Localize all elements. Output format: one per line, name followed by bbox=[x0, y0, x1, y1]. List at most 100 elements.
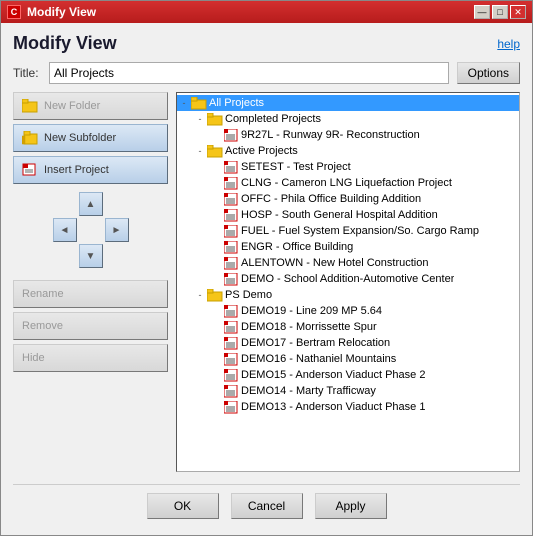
expand-icon bbox=[209, 192, 223, 206]
tree-item-label: DEMO18 - Morrissette Spur bbox=[241, 321, 377, 333]
project-icon bbox=[223, 208, 239, 222]
tree-item-label: OFFC - Phila Office Building Addition bbox=[241, 193, 421, 205]
new-subfolder-button[interactable]: New Subfolder bbox=[13, 124, 168, 152]
project-icon bbox=[223, 320, 239, 334]
apply-button[interactable]: Apply bbox=[315, 493, 387, 519]
subfolder-icon bbox=[22, 130, 38, 146]
expand-icon: - bbox=[193, 112, 207, 126]
tree-item[interactable]: DEMO17 - Bertram Relocation bbox=[177, 335, 519, 351]
hide-label: Hide bbox=[22, 352, 45, 364]
rename-label: Rename bbox=[22, 288, 64, 300]
tree-item[interactable]: FUEL - Fuel System Expansion/So. Cargo R… bbox=[177, 223, 519, 239]
expand-icon bbox=[209, 304, 223, 318]
tree-item[interactable]: DEMO18 - Morrissette Spur bbox=[177, 319, 519, 335]
rename-button[interactable]: Rename bbox=[13, 280, 168, 308]
tree-item[interactable]: DEMO13 - Anderson Viaduct Phase 1 bbox=[177, 399, 519, 415]
tree-item[interactable]: CLNG - Cameron LNG Liquefaction Project bbox=[177, 175, 519, 191]
close-button[interactable]: ✕ bbox=[510, 5, 526, 19]
tree-item[interactable]: DEMO - School Addition-Automotive Center bbox=[177, 271, 519, 287]
project-icon bbox=[223, 400, 239, 414]
window-icon: C bbox=[7, 5, 21, 19]
footer: OK Cancel Apply bbox=[13, 484, 520, 525]
modify-view-window: C Modify View — □ ✕ Modify View help Tit… bbox=[0, 0, 533, 536]
tree-item-label: Completed Projects bbox=[225, 113, 321, 125]
ok-button[interactable]: OK bbox=[147, 493, 219, 519]
new-folder-button[interactable]: New Folder bbox=[13, 92, 168, 120]
tree-item[interactable]: - PS Demo bbox=[177, 287, 519, 303]
tree-item[interactable]: - All Projects bbox=[177, 95, 519, 111]
expand-icon bbox=[209, 208, 223, 222]
header-row: Modify View help bbox=[13, 33, 520, 54]
tree-item-label: FUEL - Fuel System Expansion/So. Cargo R… bbox=[241, 225, 479, 237]
project-icon bbox=[223, 128, 239, 142]
project-icon bbox=[223, 368, 239, 382]
tree-item[interactable]: DEMO16 - Nathaniel Mountains bbox=[177, 351, 519, 367]
expand-icon: - bbox=[193, 288, 207, 302]
project-icon bbox=[223, 384, 239, 398]
folder-icon bbox=[207, 288, 223, 302]
project-icon bbox=[223, 256, 239, 270]
tree-item-label: 9R27L - Runway 9R- Reconstruction bbox=[241, 129, 420, 141]
tree-item-label: DEMO17 - Bertram Relocation bbox=[241, 337, 390, 349]
maximize-button[interactable]: □ bbox=[492, 5, 508, 19]
tree-item[interactable]: SETEST - Test Project bbox=[177, 159, 519, 175]
tree-item[interactable]: ENGR - Office Building bbox=[177, 239, 519, 255]
expand-icon bbox=[209, 320, 223, 334]
minimize-button[interactable]: — bbox=[474, 5, 490, 19]
tree-item-label: ENGR - Office Building bbox=[241, 241, 353, 253]
tree-item-label: DEMO13 - Anderson Viaduct Phase 1 bbox=[241, 401, 425, 413]
project-icon bbox=[223, 352, 239, 366]
tree-item-label: DEMO19 - Line 209 MP 5.64 bbox=[241, 305, 382, 317]
main-area: New Folder New Subfolder bbox=[13, 92, 520, 472]
expand-icon bbox=[209, 352, 223, 366]
tree-item[interactable]: - Active Projects bbox=[177, 143, 519, 159]
cancel-button[interactable]: Cancel bbox=[231, 493, 303, 519]
page-title: Modify View bbox=[13, 33, 117, 54]
remove-button[interactable]: Remove bbox=[13, 312, 168, 340]
expand-icon bbox=[209, 400, 223, 414]
tree-item[interactable]: ALENTOWN - New Hotel Construction bbox=[177, 255, 519, 271]
tree-item-label: DEMO14 - Marty Trafficway bbox=[241, 385, 376, 397]
arrow-pad: ▲ ◄ ► ▼ bbox=[13, 192, 168, 268]
folder-icon bbox=[207, 144, 223, 158]
tree-item[interactable]: HOSP - South General Hospital Addition bbox=[177, 207, 519, 223]
options-button[interactable]: Options bbox=[457, 62, 520, 84]
title-bar: C Modify View — □ ✕ bbox=[1, 1, 532, 23]
project-icon bbox=[223, 224, 239, 238]
tree-item[interactable]: 9R27L - Runway 9R- Reconstruction bbox=[177, 127, 519, 143]
tree-item-label: Active Projects bbox=[225, 145, 298, 157]
tree-item-label: HOSP - South General Hospital Addition bbox=[241, 209, 438, 221]
tree-item[interactable]: DEMO15 - Anderson Viaduct Phase 2 bbox=[177, 367, 519, 383]
expand-icon bbox=[209, 224, 223, 238]
tree-panel[interactable]: - All Projects- Completed Projects 9R27L… bbox=[176, 92, 520, 472]
expand-icon bbox=[209, 160, 223, 174]
expand-icon bbox=[209, 384, 223, 398]
project-icon bbox=[223, 304, 239, 318]
arrow-right-button[interactable]: ► bbox=[105, 218, 129, 242]
tree-item[interactable]: OFFC - Phila Office Building Addition bbox=[177, 191, 519, 207]
expand-icon: - bbox=[193, 144, 207, 158]
arrow-down-button[interactable]: ▼ bbox=[79, 244, 103, 268]
project-icon bbox=[223, 176, 239, 190]
expand-icon bbox=[209, 128, 223, 142]
tree-item-label: PS Demo bbox=[225, 289, 272, 301]
project-icon bbox=[223, 240, 239, 254]
folder-icon bbox=[22, 98, 38, 114]
expand-icon bbox=[209, 256, 223, 270]
insert-project-button[interactable]: Insert Project bbox=[13, 156, 168, 184]
tree-item-label: DEMO16 - Nathaniel Mountains bbox=[241, 353, 396, 365]
tree-item[interactable]: DEMO14 - Marty Trafficway bbox=[177, 383, 519, 399]
arrow-up-button[interactable]: ▲ bbox=[79, 192, 103, 216]
arrow-left-button[interactable]: ◄ bbox=[53, 218, 77, 242]
help-link[interactable]: help bbox=[497, 37, 520, 51]
title-input[interactable] bbox=[49, 62, 449, 84]
tree-item-label: DEMO15 - Anderson Viaduct Phase 2 bbox=[241, 369, 425, 381]
insert-project-label: Insert Project bbox=[44, 164, 109, 176]
hide-button[interactable]: Hide bbox=[13, 344, 168, 372]
window-controls: — □ ✕ bbox=[474, 5, 526, 19]
tree-item[interactable]: - Completed Projects bbox=[177, 111, 519, 127]
expand-icon bbox=[209, 240, 223, 254]
remove-label: Remove bbox=[22, 320, 63, 332]
tree-item[interactable]: DEMO19 - Line 209 MP 5.64 bbox=[177, 303, 519, 319]
expand-icon bbox=[209, 368, 223, 382]
